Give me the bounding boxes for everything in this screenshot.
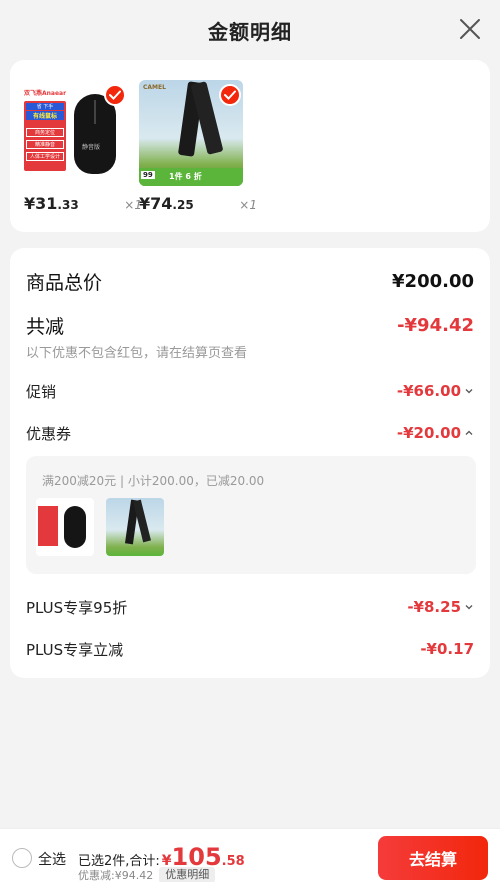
coupon-value: -¥20.00 [396, 424, 461, 442]
mouse-shape: 静音版 [74, 94, 116, 174]
coupon-thumb-mouse [36, 498, 94, 556]
total-discount-row: 共减 -¥94.42 [26, 310, 474, 340]
pants-badge: 99 [141, 171, 155, 179]
promo-value-group[interactable]: -¥66.00 [397, 382, 474, 400]
plus95-value-group[interactable]: -¥8.25 [407, 598, 474, 616]
camel-brand: CAMEL [143, 84, 166, 91]
product-item-pants[interactable]: CAMEL 99 1件 6 折 ¥74 .25 ×1 [139, 80, 257, 213]
plus-direct-row: PLUS专享立减 -¥0.17 [26, 636, 474, 662]
total-dec: .58 [221, 854, 245, 869]
check-icon[interactable] [104, 84, 126, 106]
plus-direct-value: -¥0.17 [420, 640, 474, 658]
promo-row[interactable]: 促销 -¥66.00 [26, 378, 474, 404]
price-int: ¥74 [139, 194, 173, 213]
mouse-tag-3: 商务定位 [26, 128, 64, 137]
discount-detail-button[interactable]: 优惠明细 [159, 867, 216, 882]
product-item-mouse[interactable]: 双飞燕Anaear 省 下手 有线鼠标 商务定位 精准静音 人体工学设计 静音版… [24, 80, 142, 213]
product-qty: ×1 [239, 198, 257, 212]
plus-direct-label: PLUS专享立减 [26, 640, 124, 659]
select-all-label[interactable]: 全选 [38, 849, 66, 869]
mouse-tag-5: 人体工学设计 [26, 152, 64, 161]
discount-line: 优惠减:¥94.42 优惠明细 [78, 867, 216, 882]
coupon-label: 优惠券 [26, 424, 72, 443]
radio-icon[interactable] [12, 848, 32, 868]
coupon-detail-box: 满200减20元 | 小计200.00，已减20.00 [26, 456, 476, 574]
coupon-detail-text: 满200减20元 | 小计200.00，已减20.00 [42, 474, 265, 488]
coupon-row[interactable]: 优惠券 -¥20.00 [26, 420, 474, 446]
chevron-up-icon[interactable] [464, 428, 474, 438]
promo-label: 促销 [26, 382, 57, 401]
sheet-header: 金额明细 [0, 0, 500, 60]
plus95-label: PLUS专享95折 [26, 598, 128, 617]
mouse-tag-2: 有线鼠标 [26, 111, 64, 120]
thumb-mouse-shape [64, 506, 86, 548]
thumb-mouse-panel [38, 506, 58, 546]
products-card: 双飞燕Anaear 省 下手 有线鼠标 商务定位 精准静音 人体工学设计 静音版… [10, 60, 490, 232]
discount-note: 以下优惠不包含红包，请在结算页查看 [26, 346, 248, 361]
plus95-row[interactable]: PLUS专享95折 -¥8.25 [26, 594, 474, 620]
mouse-promo-panel: 双飞燕Anaear 省 下手 有线鼠标 商务定位 精准静音 人体工学设计 [24, 88, 70, 172]
total-price-row: 商品总价 ¥200.00 [26, 266, 474, 296]
plus95-value: -¥8.25 [407, 598, 461, 616]
chevron-down-icon[interactable] [464, 386, 474, 396]
coupon-thumb-pants [106, 498, 164, 556]
mouse-tag-4: 精准静音 [26, 140, 64, 149]
coupon-value-group[interactable]: -¥20.00 [397, 424, 474, 442]
mouse-brand: 双飞燕Anaear [24, 90, 67, 97]
pants-promo-bar: 99 1件 6 折 [139, 168, 243, 186]
checkout-bar: 全选 已选2件,合计: ¥ 105 .58 优惠减:¥94.42 优惠明细 去结… [0, 828, 500, 882]
price-dec: .33 [57, 198, 79, 212]
product-image-mouse[interactable]: 双飞燕Anaear 省 下手 有线鼠标 商务定位 精准静音 人体工学设计 静音版 [24, 80, 128, 186]
mouse-tag-1: 省 下手 [26, 103, 64, 110]
total-price-label: 商品总价 [26, 271, 103, 294]
chevron-down-icon[interactable] [464, 602, 474, 612]
footer-discount: 优惠减:¥94.42 [78, 869, 154, 882]
mouse-feature-list: 省 下手 有线鼠标 商务定位 精准静音 人体工学设计 [24, 101, 66, 171]
total-discount-label: 共减 [26, 315, 65, 338]
price-details-card: 商品总价 ¥200.00 共减 -¥94.42 以下优惠不包含红包，请在结算页查… [10, 248, 490, 678]
product-image-pants[interactable]: CAMEL 99 1件 6 折 [139, 80, 243, 186]
total-price-value: ¥200.00 [392, 270, 474, 292]
total-discount-value: -¥94.42 [397, 314, 474, 336]
pants-promo-text: 1件 6 折 [169, 172, 202, 181]
price-int: ¥31 [24, 194, 58, 213]
price-dec: .25 [172, 198, 194, 212]
mouse-label: 静音版 [82, 144, 101, 151]
sheet-title: 金额明细 [208, 19, 292, 44]
promo-value: -¥66.00 [396, 382, 461, 400]
close-icon[interactable] [458, 17, 482, 41]
check-icon[interactable] [219, 84, 241, 106]
mouse-wheel-line [94, 100, 96, 124]
checkout-button[interactable]: 去结算 [378, 836, 488, 880]
